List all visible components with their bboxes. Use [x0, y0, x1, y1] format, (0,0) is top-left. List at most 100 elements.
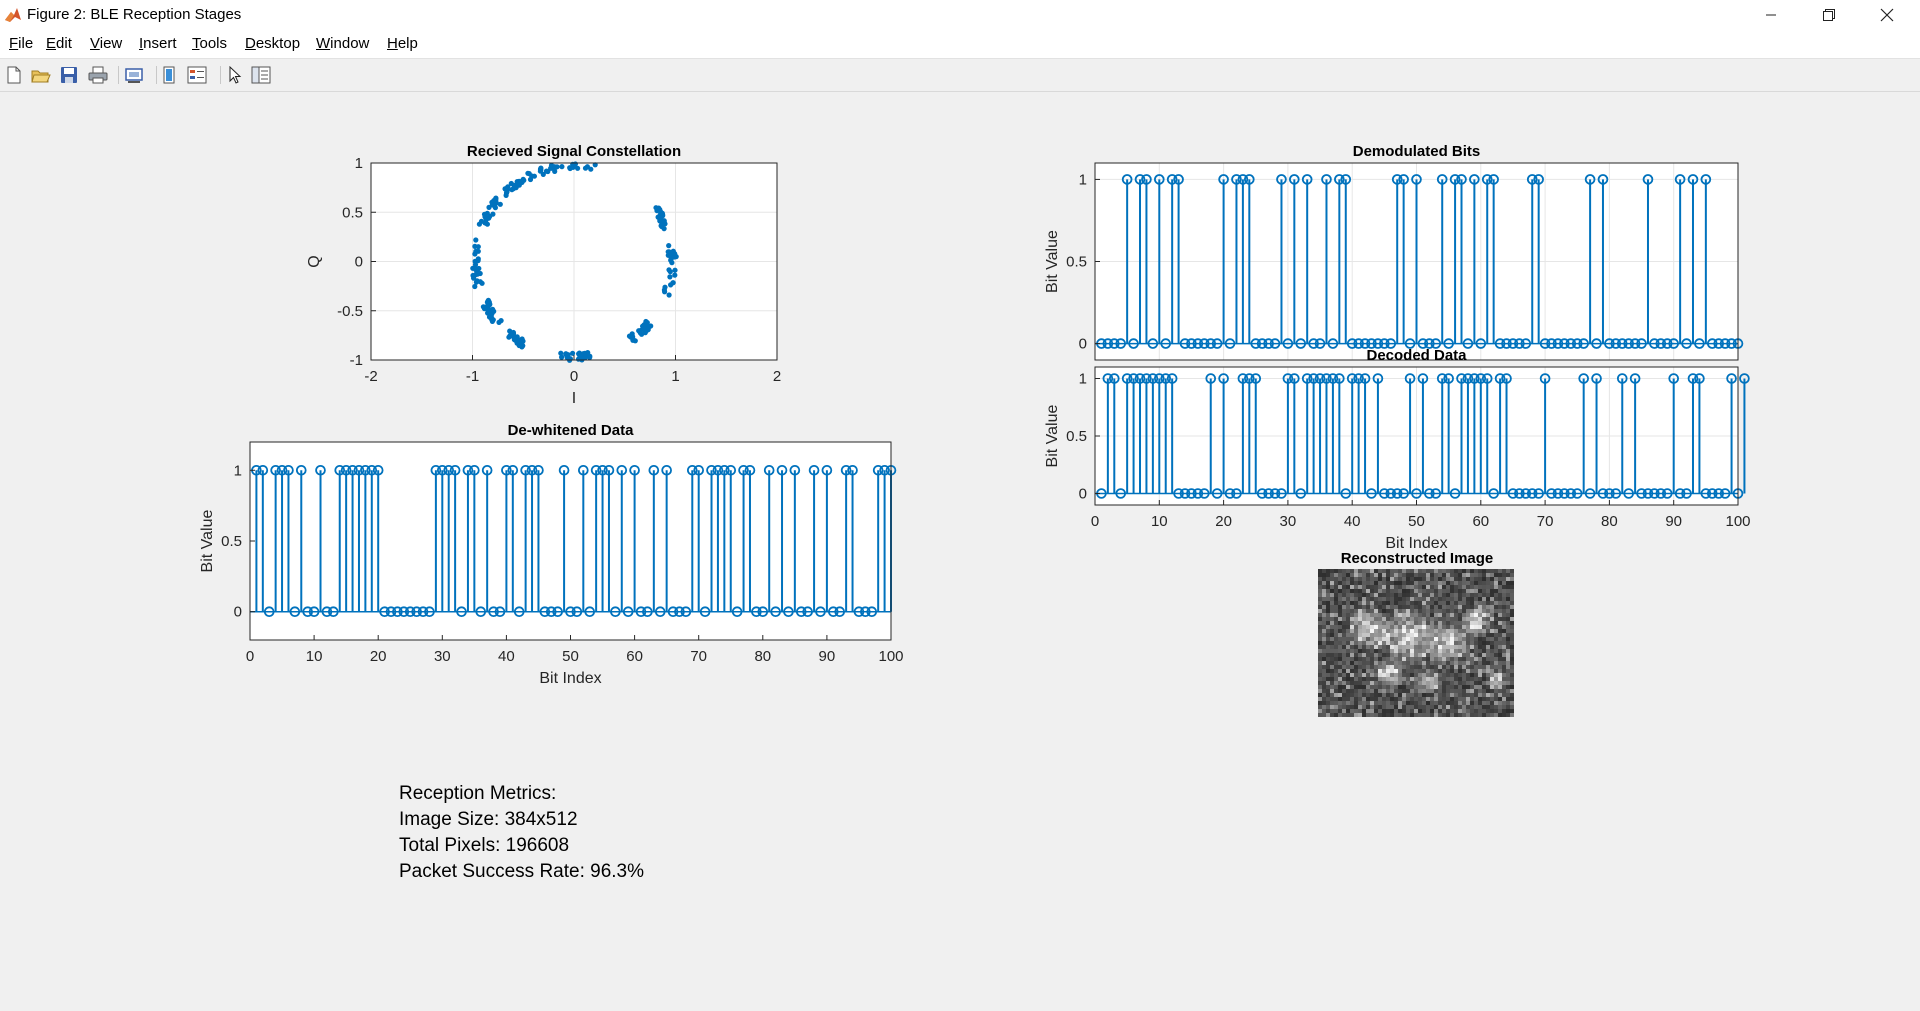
- image-pixel: [1358, 593, 1362, 597]
- image-pixel: [1438, 589, 1442, 593]
- image-pixel: [1338, 697, 1342, 701]
- image-pixel: [1490, 669, 1494, 673]
- image-pixel: [1450, 665, 1454, 669]
- image-pixel: [1482, 633, 1486, 637]
- image-pixel: [1358, 653, 1362, 657]
- image-pixel: [1342, 597, 1346, 601]
- image-pixel: [1346, 685, 1350, 689]
- image-pixel: [1502, 641, 1506, 645]
- image-pixel: [1466, 613, 1470, 617]
- image-pixel: [1426, 633, 1430, 637]
- image-pixel: [1362, 577, 1366, 581]
- image-pixel: [1418, 689, 1422, 693]
- image-pixel: [1338, 713, 1342, 717]
- image-pixel: [1442, 597, 1446, 601]
- image-pixel: [1422, 665, 1426, 669]
- image-pixel: [1334, 649, 1338, 653]
- image-pixel: [1334, 613, 1338, 617]
- image-pixel: [1390, 693, 1394, 697]
- image-pixel: [1446, 573, 1450, 577]
- image-pixel: [1318, 609, 1322, 613]
- image-pixel: [1498, 709, 1502, 713]
- image-pixel: [1474, 677, 1478, 681]
- image-pixel: [1338, 645, 1342, 649]
- image-pixel: [1506, 681, 1510, 685]
- image-pixel: [1450, 633, 1454, 637]
- image-pixel: [1386, 665, 1390, 669]
- image-pixel: [1406, 657, 1410, 661]
- image-pixel: [1382, 649, 1386, 653]
- image-pixel: [1406, 621, 1410, 625]
- image-pixel: [1494, 709, 1498, 713]
- image-pixel: [1434, 577, 1438, 581]
- image-pixel: [1490, 601, 1494, 605]
- image-pixel: [1462, 661, 1466, 665]
- image-pixel: [1450, 673, 1454, 677]
- image-pixel: [1502, 597, 1506, 601]
- image-pixel: [1370, 597, 1374, 601]
- image-pixel: [1390, 597, 1394, 601]
- image-pixel: [1486, 669, 1490, 673]
- image-pixel: [1374, 641, 1378, 645]
- image-pixel: [1482, 669, 1486, 673]
- image-pixel: [1506, 605, 1510, 609]
- image-pixel: [1410, 605, 1414, 609]
- image-pixel: [1338, 661, 1342, 665]
- image-pixel: [1358, 693, 1362, 697]
- image-pixel: [1334, 617, 1338, 621]
- image-pixel: [1430, 609, 1434, 613]
- image-pixel: [1398, 581, 1402, 585]
- image-pixel: [1478, 621, 1482, 625]
- image-pixel: [1478, 613, 1482, 617]
- image-pixel: [1490, 593, 1494, 597]
- image-pixel: [1338, 649, 1342, 653]
- image-pixel: [1474, 709, 1478, 713]
- image-pixel: [1346, 693, 1350, 697]
- image-pixel: [1326, 677, 1330, 681]
- image-pixel: [1434, 585, 1438, 589]
- image-pixel: [1378, 625, 1382, 629]
- image-pixel: [1326, 585, 1330, 589]
- image-pixel: [1442, 605, 1446, 609]
- image-pixel: [1426, 629, 1430, 633]
- image-pixel: [1494, 685, 1498, 689]
- image-pixel: [1414, 645, 1418, 649]
- image-pixel: [1334, 709, 1338, 713]
- image-pixel: [1486, 693, 1490, 697]
- image-pixel: [1466, 689, 1470, 693]
- image-pixel: [1326, 569, 1330, 573]
- image-pixel: [1438, 677, 1442, 681]
- image-pixel: [1442, 589, 1446, 593]
- image-pixel: [1342, 637, 1346, 641]
- image-pixel: [1334, 713, 1338, 717]
- image-pixel: [1482, 589, 1486, 593]
- image-pixel: [1318, 589, 1322, 593]
- image-pixel: [1370, 613, 1374, 617]
- image-pixel: [1494, 673, 1498, 677]
- image-pixel: [1470, 613, 1474, 617]
- image-pixel: [1390, 685, 1394, 689]
- image-pixel: [1322, 577, 1326, 581]
- image-pixel: [1374, 629, 1378, 633]
- image-pixel: [1494, 605, 1498, 609]
- image-pixel: [1482, 657, 1486, 661]
- image-pixel: [1446, 621, 1450, 625]
- image-pixel: [1446, 705, 1450, 709]
- image-pixel: [1362, 641, 1366, 645]
- image-pixel: [1374, 577, 1378, 581]
- image-pixel: [1442, 669, 1446, 673]
- image-pixel: [1422, 657, 1426, 661]
- image-pixel: [1418, 617, 1422, 621]
- image-pixel: [1358, 685, 1362, 689]
- image-pixel: [1458, 649, 1462, 653]
- image-pixel: [1362, 657, 1366, 661]
- image-pixel: [1358, 661, 1362, 665]
- image-pixel: [1474, 581, 1478, 585]
- image-pixel: [1402, 681, 1406, 685]
- image-pixel: [1330, 713, 1334, 717]
- image-pixel: [1406, 641, 1410, 645]
- image-pixel: [1458, 697, 1462, 701]
- image-pixel: [1382, 597, 1386, 601]
- image-pixel: [1342, 657, 1346, 661]
- image-pixel: [1338, 593, 1342, 597]
